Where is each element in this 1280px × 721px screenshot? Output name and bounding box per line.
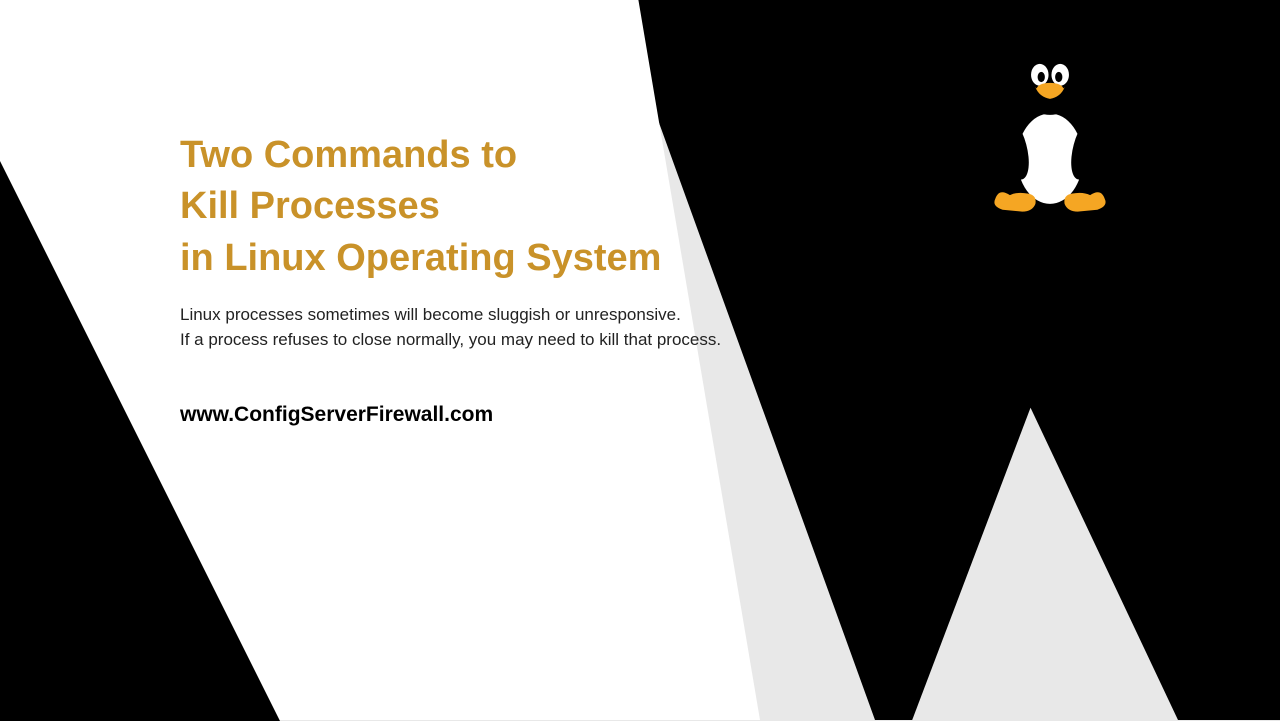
title-line-1: Two Commands to [180, 134, 517, 176]
title-line-2: Kill Processes [180, 185, 440, 227]
page-description: Linux processes sometimes will become sl… [180, 302, 740, 353]
website-url: www.ConfigServerFirewall.com [180, 403, 740, 427]
page-title: Two Commands to Kill Processes in Linux … [180, 130, 740, 284]
title-line-3: in Linux Operating System [180, 237, 661, 279]
description-line-1: Linux processes sometimes will become sl… [180, 305, 681, 324]
description-line-2: If a process refuses to close normally, … [180, 330, 721, 349]
tux-penguin-icon [975, 42, 1125, 217]
main-content: Two Commands to Kill Processes in Linux … [180, 130, 740, 427]
